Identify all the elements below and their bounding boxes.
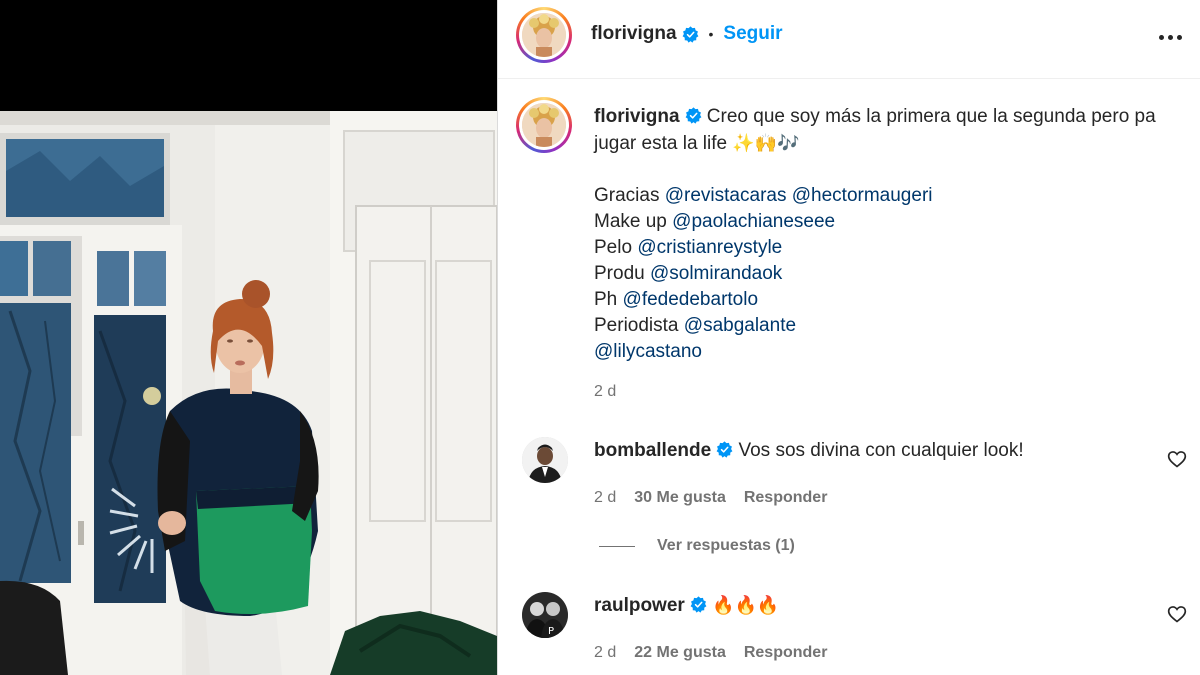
view-replies-label: Ver respuestas (1) (657, 537, 795, 554)
credit-line: Periodista @sabgalante (594, 313, 1164, 339)
commenter-avatar[interactable]: P (522, 592, 568, 638)
photo-illustration (0, 111, 497, 675)
mention-link[interactable]: @lilycastano (594, 341, 702, 362)
post-side-panel: florivigna • Seguir florivigna Creo que … (497, 0, 1200, 675)
credit-line: Make up @paolachianeseee (594, 209, 1164, 235)
commenter-username[interactable]: bomballende (594, 440, 711, 461)
mention-link[interactable]: @hectormaugeri (792, 185, 933, 206)
mention-link[interactable]: @revistacaras (665, 185, 787, 206)
header-user-row: florivigna • Seguir (591, 23, 783, 45)
avatar-image (522, 437, 568, 483)
credit-label: Periodista (594, 315, 679, 336)
comment-likes[interactable]: 22 Me gusta (634, 644, 726, 662)
comment-body: raulpower 🔥🔥🔥 (594, 595, 779, 617)
comment-text: Vos sos divina con cualquier look! (738, 440, 1024, 461)
comment-body: bomballende Vos sos divina con cualquier… (594, 440, 1024, 462)
avatar-image (522, 103, 566, 147)
caption-emojis: ✨🙌🎶 (732, 133, 800, 153)
post-header: florivigna • Seguir (498, 0, 1200, 79)
avatar-image (522, 13, 566, 57)
header-separator: • (708, 26, 714, 42)
credit-line: Produ @solmirandaok (594, 261, 1164, 287)
follow-button[interactable]: Seguir (723, 23, 782, 45)
mention-link[interactable]: @fededebartolo (623, 289, 759, 310)
credit-label: Gracias (594, 185, 660, 206)
mention-link[interactable]: @solmirandaok (650, 263, 782, 284)
reply-button[interactable]: Responder (744, 489, 828, 507)
verified-badge-icon (682, 25, 698, 43)
comment-meta: 2 d 22 Me gusta Responder (594, 644, 827, 662)
heart-icon[interactable] (1167, 604, 1187, 624)
commenter-avatar[interactable] (522, 437, 568, 483)
verified-badge-icon (690, 596, 707, 613)
svg-text:P: P (548, 626, 554, 637)
avatar-image: P (522, 592, 568, 638)
comment-timestamp[interactable]: 2 d (594, 489, 616, 507)
verified-badge-icon (716, 441, 733, 458)
credit-line: Ph @fededebartolo (594, 287, 1164, 313)
author-avatar[interactable] (516, 7, 572, 63)
credit-line: Gracias @revistacaras @hectormaugeri (594, 183, 1164, 209)
credit-label: Ph (594, 289, 618, 310)
comment-text: 🔥🔥🔥 (712, 595, 780, 615)
comment-likes[interactable]: 30 Me gusta (634, 489, 726, 507)
post-media[interactable] (0, 0, 497, 675)
credit-label: Pelo (594, 237, 633, 258)
more-options-icon[interactable] (1155, 22, 1185, 52)
view-replies-button[interactable]: Ver respuestas (1) (599, 537, 795, 555)
comment-meta: 2 d 30 Me gusta Responder (594, 489, 827, 507)
reply-button[interactable]: Responder (744, 644, 828, 662)
commenter-username[interactable]: raulpower (594, 595, 685, 616)
verified-badge-icon (685, 107, 701, 124)
heart-icon[interactable] (1167, 449, 1187, 469)
replies-divider (599, 545, 635, 547)
credit-line: @lilycastano (594, 339, 1164, 365)
comment-timestamp[interactable]: 2 d (594, 644, 616, 662)
credit-label: Produ (594, 263, 645, 284)
credit-label: Make up (594, 211, 667, 232)
mention-link[interactable]: @sabgalante (684, 315, 796, 336)
caption-avatar[interactable] (516, 97, 572, 153)
mention-link[interactable]: @cristianreystyle (637, 237, 782, 258)
credit-line: Pelo @cristianreystyle (594, 235, 1164, 261)
mention-link[interactable]: @paolachianeseee (672, 211, 835, 232)
post-photo[interactable] (0, 111, 497, 675)
caption-timestamp[interactable]: 2 d (594, 383, 616, 401)
author-username[interactable]: florivigna (591, 23, 677, 45)
caption-username[interactable]: florivigna (594, 106, 680, 127)
post-caption: florivigna Creo que soy más la primera q… (594, 104, 1164, 365)
